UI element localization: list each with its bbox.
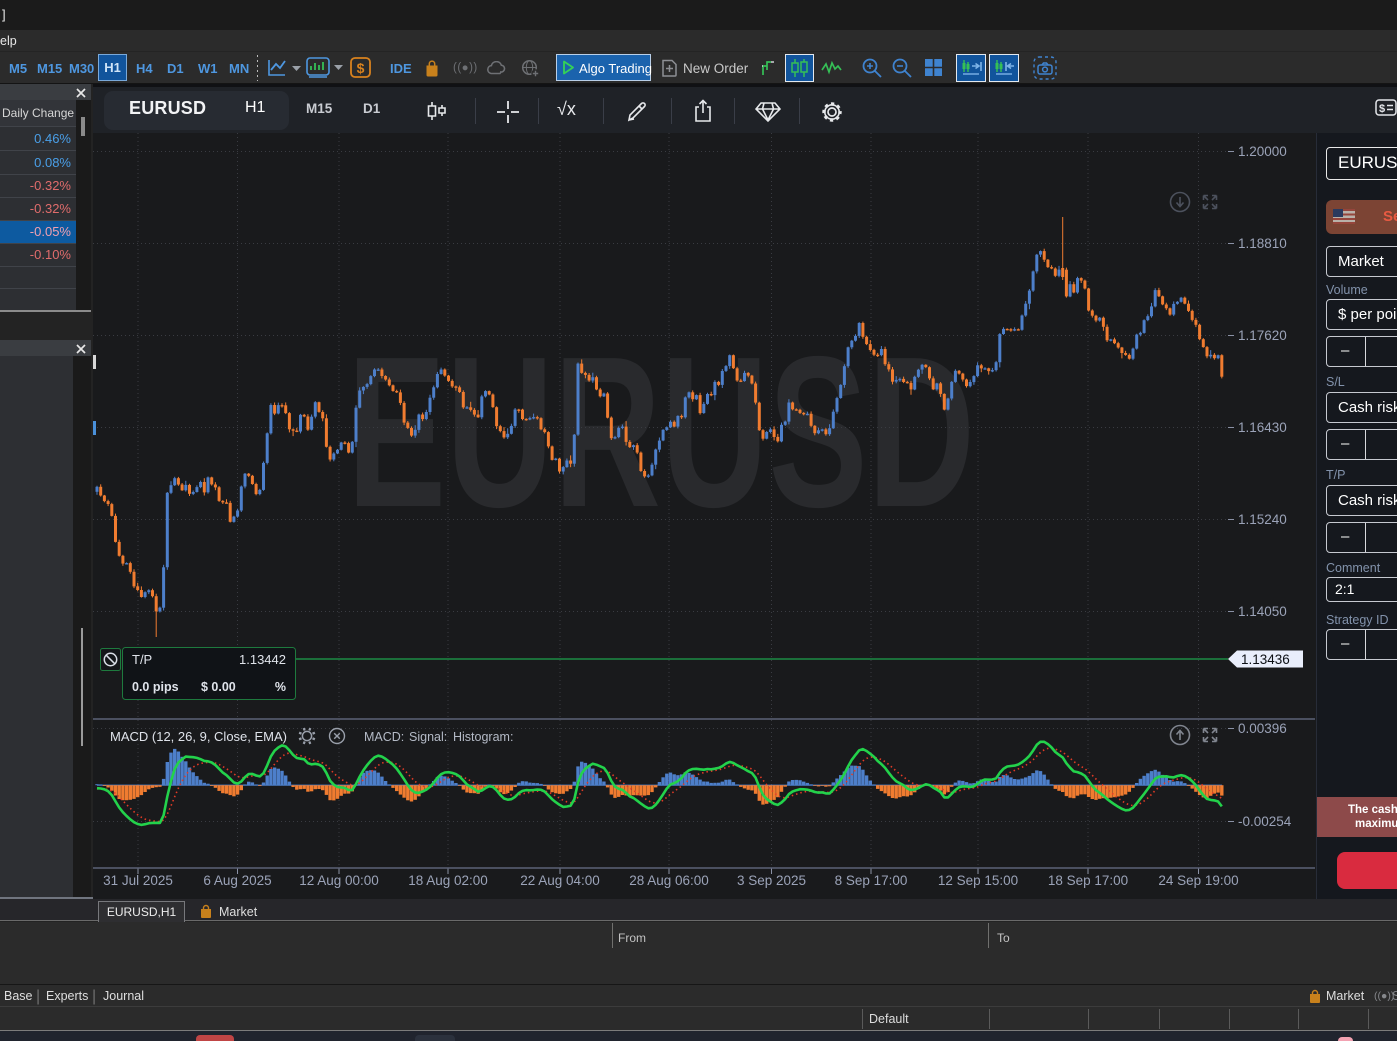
- svg-text:T/P: T/P: [132, 652, 152, 667]
- svg-text:1.14050: 1.14050: [1238, 604, 1287, 619]
- svg-text:1.17620: 1.17620: [1238, 328, 1287, 343]
- svg-text:3 Sep 2025: 3 Sep 2025: [737, 873, 806, 888]
- svg-text:MACD (12, 26, 9, Close, EMA): MACD (12, 26, 9, Close, EMA): [110, 729, 287, 744]
- svg-text:Signal:: Signal:: [409, 730, 447, 744]
- svg-text:18 Sep 17:00: 18 Sep 17:00: [1048, 873, 1128, 888]
- svg-text:MACD:: MACD:: [364, 730, 404, 744]
- svg-text:EURUSD: EURUSD: [347, 311, 975, 552]
- svg-text:-0.00254: -0.00254: [1238, 814, 1292, 829]
- svg-text:$: $: [357, 60, 365, 76]
- svg-text:1.13436: 1.13436: [1241, 652, 1290, 667]
- svg-text:1.18810: 1.18810: [1238, 236, 1287, 251]
- svg-text:18 Aug 02:00: 18 Aug 02:00: [408, 873, 488, 888]
- svg-text:1.20000: 1.20000: [1238, 144, 1287, 159]
- svg-text:8 Sep 17:00: 8 Sep 17:00: [835, 873, 908, 888]
- svg-text:12 Sep 15:00: 12 Sep 15:00: [938, 873, 1018, 888]
- svg-text:$: $: [1379, 103, 1385, 115]
- svg-text:$ 0.00: $ 0.00: [201, 680, 236, 694]
- svg-text:0.00396: 0.00396: [1238, 721, 1287, 736]
- svg-text:28 Aug 06:00: 28 Aug 06:00: [629, 873, 709, 888]
- svg-text:1.16430: 1.16430: [1238, 420, 1287, 435]
- svg-text:22 Aug 04:00: 22 Aug 04:00: [520, 873, 600, 888]
- svg-text:24 Sep 19:00: 24 Sep 19:00: [1158, 873, 1238, 888]
- svg-text:6 Aug 2025: 6 Aug 2025: [203, 873, 271, 888]
- svg-text:1.13442: 1.13442: [239, 652, 286, 667]
- svg-text:31 Jul 2025: 31 Jul 2025: [103, 873, 173, 888]
- svg-text:Histogram:: Histogram:: [453, 730, 513, 744]
- svg-text:1.15240: 1.15240: [1238, 512, 1287, 527]
- svg-text:0.0 pips: 0.0 pips: [132, 680, 179, 694]
- svg-text:12 Aug 00:00: 12 Aug 00:00: [299, 873, 379, 888]
- svg-text:%: %: [275, 680, 286, 694]
